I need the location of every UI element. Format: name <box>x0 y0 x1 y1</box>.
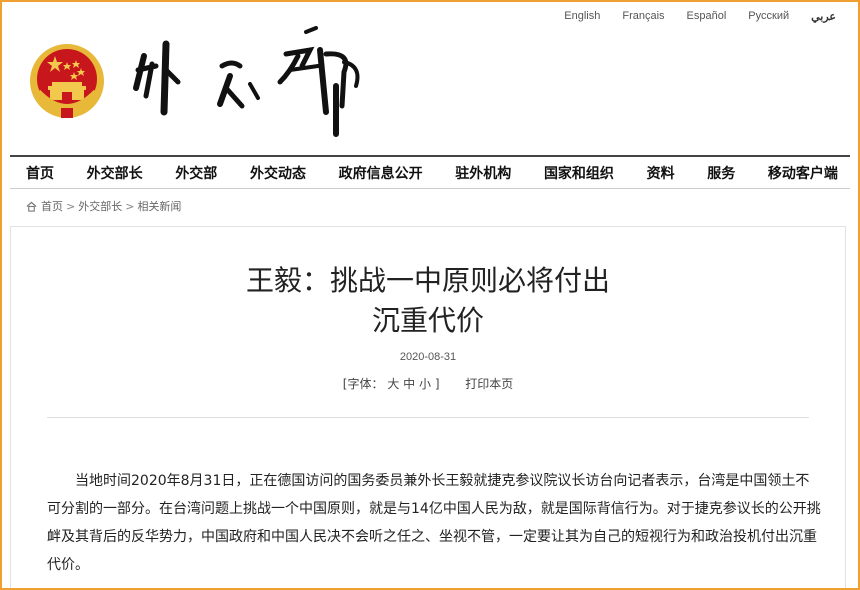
ministry-calligraphy-logo[interactable] <box>130 26 370 144</box>
page-frame: English Français Español Русский عربي 首页… <box>0 0 860 590</box>
article-title-line-1: 王毅：挑战一中原则必将付出 <box>245 264 610 297</box>
lang-arabic[interactable]: عربي <box>811 10 836 23</box>
article-date: 2020-08-31 <box>399 351 457 363</box>
font-small-button[interactable]: 小 <box>419 377 431 391</box>
print-page-button[interactable]: 打印本页 <box>465 377 513 391</box>
breadcrumb-separator: > <box>125 199 135 213</box>
breadcrumb-related-news[interactable]: 相关新闻 <box>137 198 181 214</box>
nav-countries-orgs[interactable]: 国家和组织 <box>544 163 614 183</box>
nav-home[interactable]: 首页 <box>26 163 54 183</box>
nav-services[interactable]: 服务 <box>707 163 735 183</box>
nav-diplomatic-news[interactable]: 外交动态 <box>250 163 306 183</box>
font-size-close: ] <box>434 377 440 391</box>
breadcrumb-home[interactable]: 首页 <box>41 198 63 214</box>
article-title: 王毅：挑战一中原则必将付出 沉重代价 <box>11 261 845 341</box>
lang-russian[interactable]: Русский <box>748 10 789 23</box>
article-tools: [字体： 大 中 小 ] 打印本页 <box>11 375 845 392</box>
article-body: 当地时间2020年8月31日，正在德国访问的国务委员兼外长王毅就捷克参议院议长访… <box>47 473 821 573</box>
lang-french[interactable]: Français <box>622 10 664 23</box>
main-nav: 首页 外交部长 外交部 外交动态 政府信息公开 驻外机构 国家和组织 资料 服务… <box>10 155 850 189</box>
font-large-button[interactable]: 大 <box>387 377 399 391</box>
nav-mobile-client[interactable]: 移动客户端 <box>768 163 838 183</box>
breadcrumb-separator: > <box>66 199 76 213</box>
article-container: 王毅：挑战一中原则必将付出 沉重代价 2020-08-31 [字体： 大 中 小… <box>10 226 846 588</box>
home-icon <box>26 201 37 212</box>
nav-resources[interactable]: 资料 <box>647 163 675 183</box>
breadcrumb: 首页 > 外交部长 > 相关新闻 <box>26 198 181 214</box>
lang-spanish[interactable]: Español <box>687 10 727 23</box>
language-bar: English Français Español Русский عربي <box>542 10 836 23</box>
nav-ministry[interactable]: 外交部 <box>175 163 217 183</box>
breadcrumb-foreign-minister[interactable]: 外交部长 <box>78 198 122 214</box>
font-size-label: [字体： <box>342 377 384 391</box>
nav-missions-abroad[interactable]: 驻外机构 <box>455 163 511 183</box>
national-emblem-icon[interactable] <box>28 42 106 120</box>
lang-english[interactable]: English <box>564 10 600 23</box>
article-title-line-2: 沉重代价 <box>371 304 484 337</box>
font-medium-button[interactable]: 中 <box>403 377 415 391</box>
divider <box>47 417 809 418</box>
nav-gov-info[interactable]: 政府信息公开 <box>339 163 423 183</box>
nav-foreign-minister[interactable]: 外交部长 <box>87 163 143 183</box>
